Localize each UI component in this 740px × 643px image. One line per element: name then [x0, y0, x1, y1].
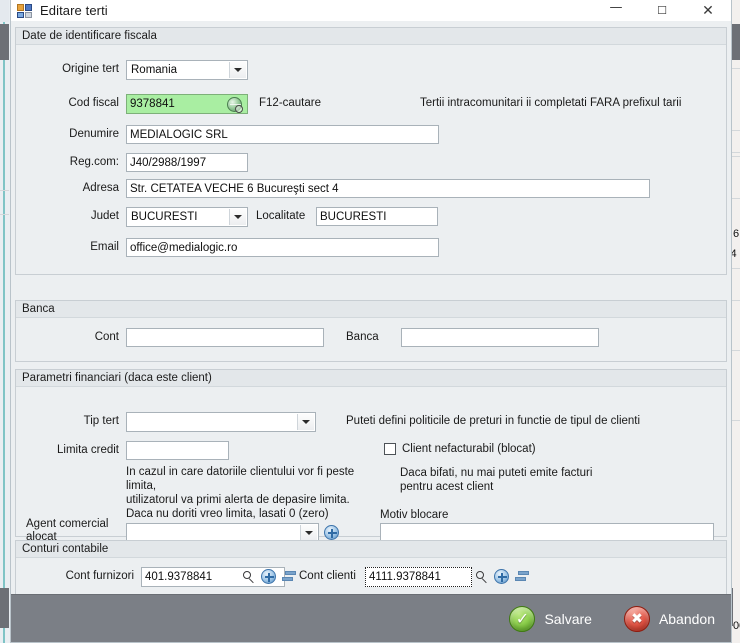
cod-fiscal-hint: F12-cautare	[259, 97, 322, 109]
group-accounting-header: Conturi contabile	[16, 541, 726, 558]
judet-value: BUCURESTI	[131, 211, 198, 223]
window-controls: — ☐ ✕	[593, 0, 731, 21]
add-agent-icon[interactable]	[324, 525, 339, 540]
maximize-button[interactable]: ☐	[639, 0, 685, 21]
x-circle-icon: ✖	[623, 605, 650, 632]
dialog-client-area: Date de identificare fiscala Origine ter…	[11, 21, 731, 642]
limita-credit-label: Limita credit	[57, 444, 119, 456]
background-cell-fragment: 00	[733, 620, 740, 632]
regcom-input[interactable]: J40/2988/1997	[126, 153, 248, 172]
judet-select[interactable]: BUCURESTI	[126, 207, 248, 227]
chevron-down-icon[interactable]	[229, 209, 246, 225]
save-button[interactable]: ✓ Salvare	[505, 602, 595, 636]
dialog-action-bar: ✓ Salvare ✖ Abandon	[11, 594, 731, 642]
chevron-down-icon[interactable]	[297, 414, 314, 430]
tip-tert-label: Tip tert	[83, 415, 119, 427]
origine-tert-select[interactable]: Romania	[126, 60, 248, 80]
origine-tert-value: Romania	[131, 64, 178, 76]
judet-label: Judet	[90, 210, 119, 222]
add-account-icon[interactable]	[261, 569, 276, 584]
cont-furnizori-label: Cont furnizori	[65, 570, 134, 582]
group-financial-header: Parametri financiari (daca este client)	[16, 370, 726, 387]
dialog-title-bar[interactable]: Editare terti — ☐ ✕	[11, 0, 731, 21]
add-account-icon[interactable]	[494, 569, 509, 584]
chevron-down-icon[interactable]	[229, 62, 246, 78]
chevron-down-icon[interactable]	[300, 525, 317, 541]
edit-third-party-dialog: Editare terti — ☐ ✕ Date de identificare…	[10, 0, 732, 643]
localitate-input[interactable]: BUCURESTI	[316, 207, 438, 226]
background-cell-fragment: 6	[733, 228, 740, 240]
denumire-label: Denumire	[69, 128, 119, 140]
group-fiscal-identification: Date de identificare fiscala Origine ter…	[15, 27, 727, 275]
email-input[interactable]: office@medialogic.ro	[126, 238, 439, 257]
adresa-input[interactable]: Str. CETATEA VECHE 6 Bucureşti sect 4	[126, 179, 650, 198]
group-financial-body: Tip tert Puteti defini politicile de pre…	[16, 387, 726, 543]
background-left-dark-cell	[0, 24, 9, 60]
cont-clienti-label: Cont clienti	[299, 570, 356, 582]
background-left-strip	[0, 0, 10, 643]
app-window-icon	[17, 3, 33, 19]
cod-fiscal-note: Tertii intracomunitari ii completati FAR…	[420, 97, 682, 109]
client-blocat-checkbox-row[interactable]: Client nefacturabil (blocat)	[384, 443, 536, 455]
client-blocat-label: Client nefacturabil (blocat)	[402, 443, 536, 455]
background-left-cell	[0, 0, 9, 22]
save-button-label: Salvare	[544, 610, 592, 627]
adresa-label: Adresa	[82, 182, 119, 194]
banca-label: Banca	[346, 331, 379, 343]
localitate-label: Localitate	[256, 210, 306, 222]
list-accounts-icon[interactable]	[282, 571, 297, 583]
regcom-label: Reg.com:	[69, 156, 119, 168]
minimize-icon: —	[609, 0, 623, 15]
limita-credit-note: In cazul in care datoriile clientului vo…	[126, 466, 355, 520]
globe-search-icon[interactable]	[227, 97, 243, 113]
list-accounts-icon[interactable]	[515, 571, 530, 583]
denumire-input[interactable]: MEDIALOGIC SRL	[126, 125, 439, 144]
background-grid-line	[0, 190, 9, 191]
cancel-button-label: Abandon	[658, 610, 715, 627]
background-teal-rule-left	[3, 0, 5, 643]
client-blocat-checkbox[interactable]	[384, 443, 396, 455]
group-financial-parameters: Parametri financiari (daca este client) …	[15, 369, 727, 543]
cod-fiscal-label: Cod fiscal	[68, 97, 120, 109]
background-grid-line	[0, 214, 9, 215]
search-icon[interactable]	[476, 571, 489, 584]
maximize-icon: ☐	[657, 4, 667, 17]
origine-tert-label: Origine tert	[62, 63, 119, 75]
client-blocat-note: Daca bifati, nu mai puteti emite facturi…	[400, 467, 593, 493]
close-icon: ✕	[702, 2, 714, 19]
cont-label: Cont	[94, 331, 119, 343]
search-icon[interactable]	[243, 571, 256, 584]
email-label: Email	[90, 241, 119, 253]
tip-tert-select[interactable]	[126, 412, 316, 432]
close-button[interactable]: ✕	[685, 0, 731, 21]
group-bank-header: Banca	[16, 301, 726, 318]
background-left-dark-cell-bottom	[0, 588, 9, 628]
cancel-button[interactable]: ✖ Abandon	[620, 602, 719, 636]
cont-clienti-input[interactable]: 4111.9378841	[365, 567, 472, 587]
cont-input[interactable]	[126, 328, 324, 347]
group-accounting-body: Cont furnizori 401.9378841 Cont clienti …	[16, 558, 726, 596]
dialog-title: Editare terti	[40, 3, 108, 18]
minimize-button[interactable]: —	[593, 0, 639, 21]
group-accounting-accounts: Conturi contabile Cont furnizori 401.937…	[15, 540, 727, 597]
group-fiscal-body: Origine tert Romania Cod fiscal 9378841 …	[16, 45, 726, 274]
check-circle-icon: ✓	[509, 605, 536, 632]
motiv-blocare-label: Motiv blocare	[380, 509, 449, 521]
group-bank: Banca Cont Banca	[15, 300, 727, 362]
limita-credit-input[interactable]	[126, 441, 229, 460]
tip-tert-note: Puteti defini politicile de preturi in f…	[346, 415, 641, 427]
banca-input[interactable]	[401, 328, 599, 347]
group-bank-body: Cont Banca	[16, 318, 726, 361]
group-fiscal-header: Date de identificare fiscala	[16, 28, 726, 45]
